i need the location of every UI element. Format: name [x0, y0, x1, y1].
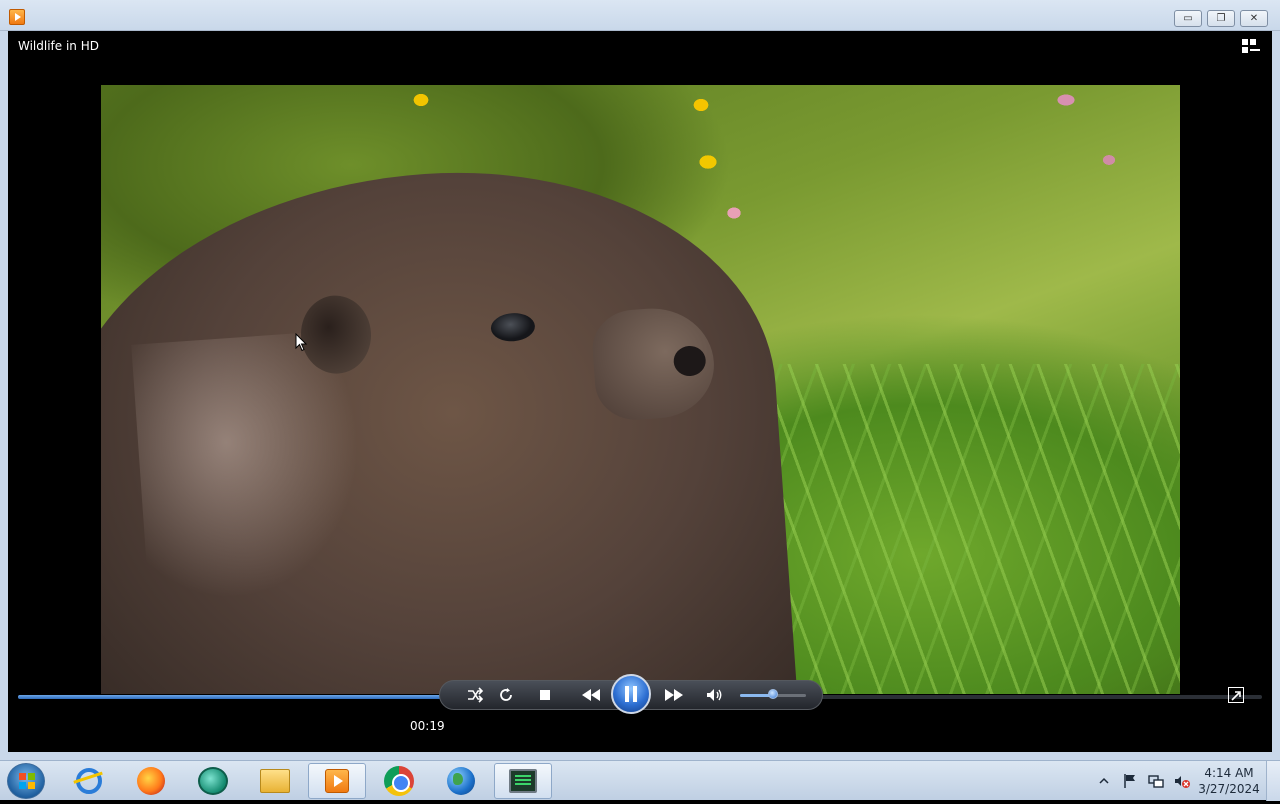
media-player-app-icon[interactable]	[9, 9, 25, 25]
shuffle-button[interactable]	[463, 684, 487, 706]
stop-icon	[540, 690, 550, 700]
window-frame-left	[0, 31, 8, 760]
shuffle-icon	[468, 687, 484, 703]
wmp-icon	[325, 769, 349, 793]
next-button[interactable]	[659, 684, 689, 706]
ie-icon	[76, 768, 102, 794]
window-frame-right	[1272, 31, 1280, 760]
window-titlebar[interactable]: ▭ ❐ ✕	[0, 0, 1280, 31]
repeat-icon	[500, 688, 512, 701]
volume-muted-icon[interactable]	[1174, 773, 1190, 789]
network-icon[interactable]	[1148, 773, 1164, 789]
system-tray	[1096, 769, 1190, 793]
elapsed-time: 00:19	[410, 719, 445, 733]
taskbar-item-globe[interactable]	[432, 763, 490, 799]
clock-time: 4:14 AM	[1204, 766, 1254, 780]
mouse-cursor-icon	[295, 333, 307, 352]
fast-forward-icon	[665, 689, 683, 701]
minimize-button[interactable]: ▭	[1174, 10, 1202, 27]
maximize-button[interactable]: ❐	[1207, 10, 1235, 27]
bubble-icon	[198, 767, 228, 795]
previous-button[interactable]	[576, 684, 606, 706]
stop-button[interactable]	[533, 684, 557, 706]
action-center-flag-icon[interactable]	[1122, 773, 1138, 789]
rewind-icon	[582, 689, 600, 701]
window-frame-bottom	[0, 752, 1280, 760]
show-hidden-icons-chevron-icon[interactable]	[1096, 773, 1112, 789]
switch-to-library-icon[interactable]	[1242, 39, 1260, 55]
windows-logo-icon	[19, 773, 35, 789]
media-player: Wildlife in HD 00:19	[8, 31, 1272, 752]
video-title: Wildlife in HD	[18, 39, 99, 53]
video-frame[interactable]	[101, 85, 1180, 694]
expand-icon	[1231, 691, 1241, 701]
taskbar-item-task-manager[interactable]	[494, 763, 552, 799]
taskbar-item-media-player[interactable]	[308, 763, 366, 799]
firefox-icon	[137, 767, 165, 795]
globe-icon	[447, 767, 475, 795]
clock-date: 3/27/2024	[1198, 782, 1260, 796]
taskbar-item-firefox[interactable]	[122, 763, 180, 799]
pause-button[interactable]	[611, 674, 651, 714]
volume-thumb[interactable]	[768, 689, 778, 699]
system-clock[interactable]: 4:14 AM 3/27/2024	[1198, 765, 1260, 797]
mute-button[interactable]	[703, 684, 727, 706]
chrome-icon	[384, 766, 414, 796]
pause-icon	[625, 686, 637, 702]
taskbar-item-chrome[interactable]	[370, 763, 428, 799]
taskbar-item-internet-explorer[interactable]	[60, 763, 118, 799]
repeat-button[interactable]	[494, 684, 518, 706]
show-desktop-button[interactable]	[1266, 761, 1280, 801]
monitor-icon	[509, 769, 537, 793]
speaker-icon	[707, 689, 722, 701]
taskbar-item-windows-explorer[interactable]	[246, 763, 304, 799]
folder-icon	[260, 769, 290, 793]
start-button[interactable]	[7, 763, 45, 799]
marmot-eye	[489, 311, 536, 343]
close-button[interactable]: ✕	[1240, 10, 1268, 27]
taskbar: 4:14 AM 3/27/2024	[0, 760, 1280, 801]
fullscreen-button[interactable]	[1228, 687, 1244, 703]
taskbar-item-messenger[interactable]	[184, 763, 242, 799]
video-marmot	[101, 150, 802, 694]
